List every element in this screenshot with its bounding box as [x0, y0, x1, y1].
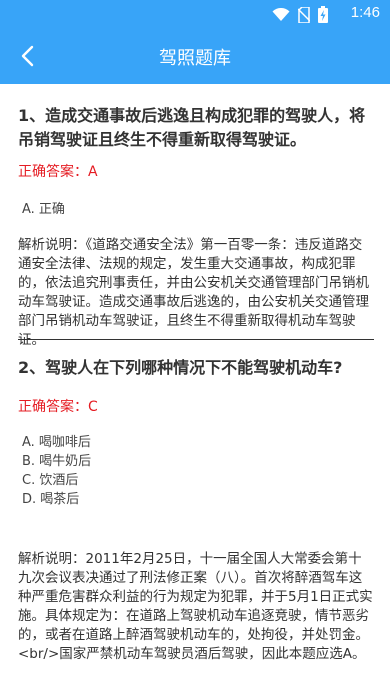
- option-item[interactable]: C. 饮酒后: [22, 471, 78, 490]
- question-text: 2、驾驶人在下列哪种情况下不能驾驶机动车?: [18, 358, 343, 377]
- option-item[interactable]: A. 喝咖啡后: [22, 433, 91, 452]
- explanation-text: 解析说明：《道路交通安全法》第一百零一条：违反道路交通安全法律、法规的规定，发生…: [18, 237, 369, 348]
- correct-answer: 正确答案：C: [18, 399, 98, 415]
- question-list[interactable]: 1、造成交通事故后逃逸且构成犯罪的驾驶人，将吊销驾驶证且终生不得重新取得驾驶证。…: [0, 84, 390, 693]
- explanation-text: 解析说明：2011年2月25日，十一届全国人大常委会第十九次会议表决通过了刑法修…: [18, 551, 373, 662]
- app-bar: 驾照题库: [0, 28, 390, 84]
- battery-charging-icon: [318, 6, 328, 23]
- wifi-icon: [272, 7, 290, 21]
- status-time: 1:46: [350, 4, 380, 21]
- option-item[interactable]: D. 喝茶后: [22, 490, 79, 509]
- page-title: 驾照题库: [159, 48, 231, 69]
- option-item[interactable]: B. 喝牛奶后: [22, 452, 91, 471]
- status-bar: 1:46: [0, 0, 390, 28]
- divider: [18, 339, 374, 340]
- option-item[interactable]: A. 正确: [22, 200, 65, 219]
- question-text: 1、造成交通事故后逃逸且构成犯罪的驾驶人，将吊销驾驶证且终生不得重新取得驾驶证。: [18, 106, 366, 149]
- correct-answer: 正确答案：A: [18, 164, 98, 180]
- no-sim-icon: [298, 6, 310, 23]
- status-icons: [272, 6, 328, 23]
